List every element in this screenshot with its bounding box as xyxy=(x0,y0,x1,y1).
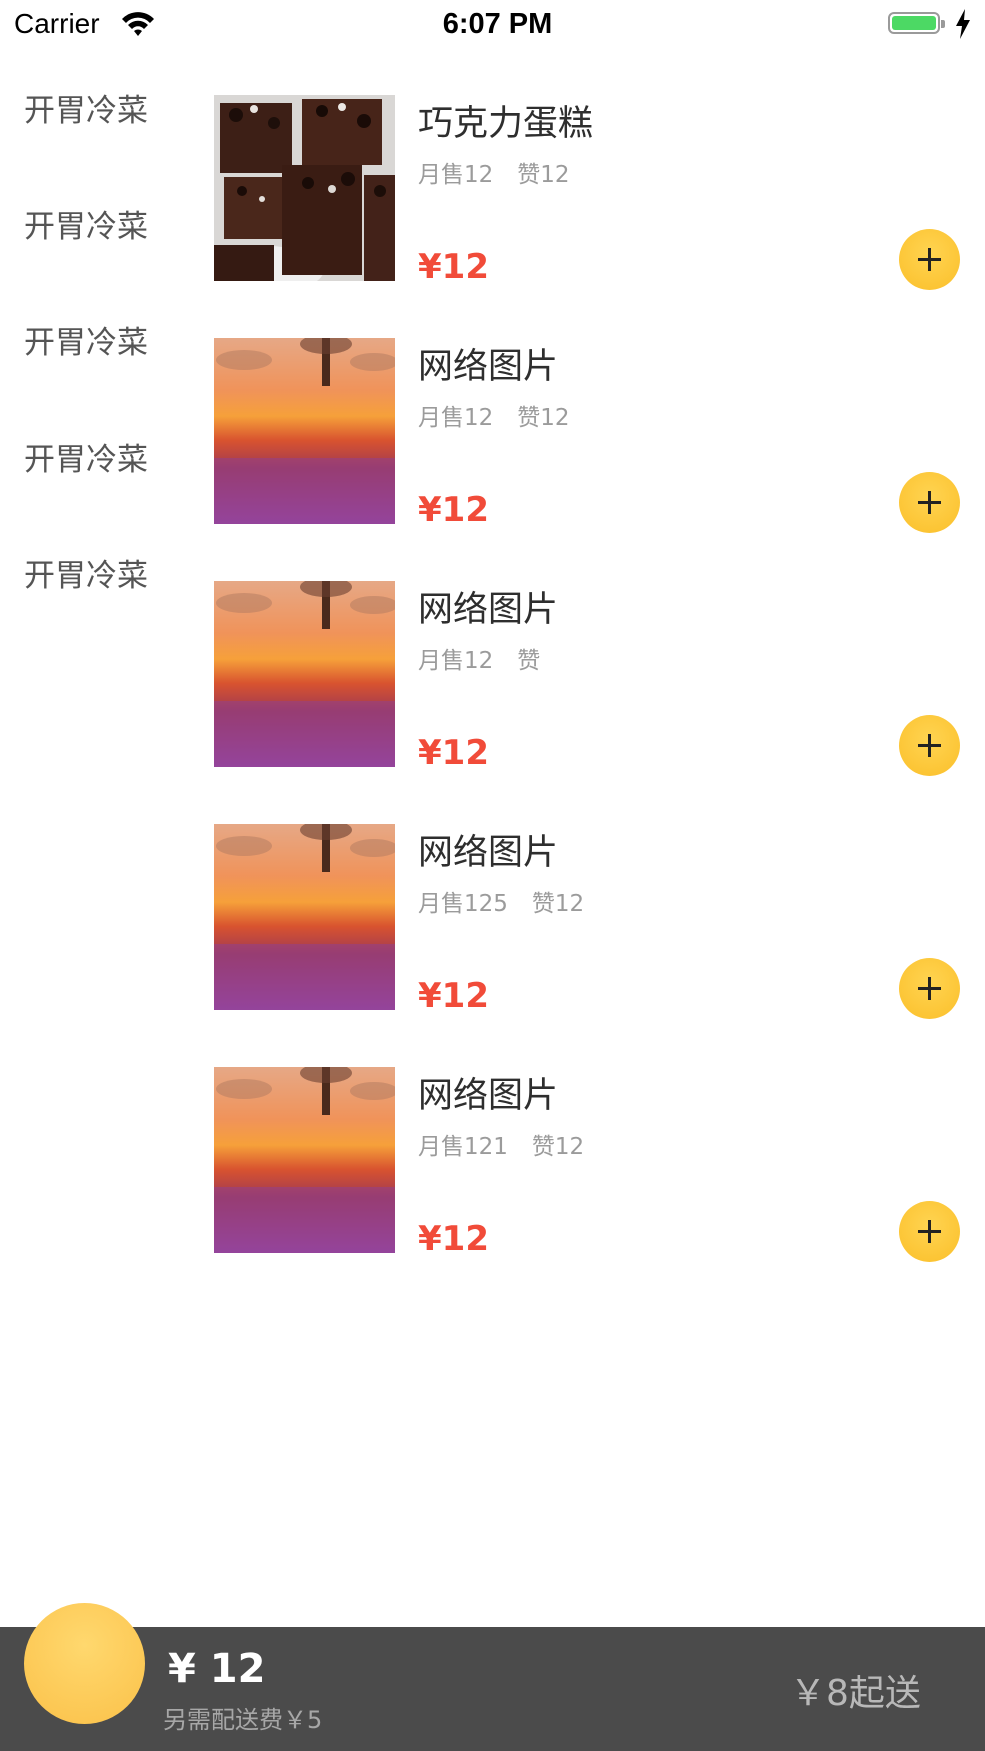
monthly-sales: 月售12 xyxy=(418,648,494,674)
menu-item[interactable]: 开胃冷菜 xyxy=(24,317,148,362)
food-stats: 月售12 赞12 xyxy=(418,398,594,432)
cart-icon[interactable] xyxy=(24,1603,145,1724)
add-to-cart-button[interactable] xyxy=(899,958,960,1019)
status-bar: Carrier 6:07 PM xyxy=(0,0,985,50)
food-name: 巧克力蛋糕 xyxy=(418,104,594,144)
likes-count: 赞12 xyxy=(517,162,570,188)
food-name: 网络图片 xyxy=(418,590,559,630)
add-to-cart-button[interactable] xyxy=(899,229,960,290)
food-price: ¥12 xyxy=(418,976,489,1016)
likes-count: 赞12 xyxy=(531,1134,585,1160)
food-stats: 月售125 赞12 xyxy=(418,884,608,918)
food-price: ¥12 xyxy=(418,490,489,530)
likes-count: 赞12 xyxy=(531,891,585,917)
food-image-chocolate-cake xyxy=(214,95,395,281)
food-item[interactable]: 巧克力蛋糕 月售12 赞12 ¥12 xyxy=(214,95,985,290)
food-item[interactable]: 网络图片 月售12 赞12 ¥12 xyxy=(214,338,985,533)
food-image-flower-field xyxy=(214,824,395,1010)
food-name: 网络图片 xyxy=(418,833,559,873)
monthly-sales: 月售125 xyxy=(418,891,508,917)
add-to-cart-button[interactable] xyxy=(899,472,960,533)
min-order-button[interactable]: ￥8起送 xyxy=(790,1664,921,1716)
food-image-flower-field xyxy=(214,338,395,524)
food-price: ¥12 xyxy=(418,733,489,773)
status-time: 6:07 PM xyxy=(442,8,553,40)
add-to-cart-button[interactable] xyxy=(899,1201,960,1262)
menu-item[interactable]: 开胃冷菜 xyxy=(24,550,148,595)
menu-item[interactable]: 开胃冷菜 xyxy=(24,434,148,479)
food-name: 网络图片 xyxy=(418,347,559,387)
food-price: ¥12 xyxy=(418,1219,489,1259)
food-stats: 月售12 赞12 xyxy=(418,155,594,189)
food-stats: 月售12 赞 xyxy=(418,641,564,675)
likes-count: 赞12 xyxy=(517,405,570,431)
food-image-flower-field xyxy=(214,581,395,767)
charging-bolt-icon xyxy=(956,9,970,39)
menu-item[interactable]: 开胃冷菜 xyxy=(24,201,148,246)
food-item[interactable]: 网络图片 月售12 赞 ¥12 xyxy=(214,581,985,776)
delivery-fee: 另需配送费￥5 xyxy=(163,1706,323,1734)
food-price: ¥12 xyxy=(418,247,489,287)
monthly-sales: 月售121 xyxy=(418,1134,508,1160)
add-to-cart-button[interactable] xyxy=(899,715,960,776)
menu-item[interactable]: 开胃冷菜 xyxy=(24,85,148,130)
monthly-sales: 月售12 xyxy=(418,405,494,431)
monthly-sales: 月售12 xyxy=(418,162,494,188)
battery-icon xyxy=(888,9,946,37)
food-item[interactable]: 网络图片 月售121 赞12 ¥12 xyxy=(214,1067,985,1262)
food-item[interactable]: 网络图片 月售125 赞12 ¥12 xyxy=(214,824,985,1019)
cart-total: ¥ 12 xyxy=(168,1646,266,1692)
food-name: 网络图片 xyxy=(418,1076,559,1116)
likes-count: 赞 xyxy=(517,648,541,674)
food-stats: 月售121 赞12 xyxy=(418,1127,608,1161)
food-image-flower-field xyxy=(214,1067,395,1253)
